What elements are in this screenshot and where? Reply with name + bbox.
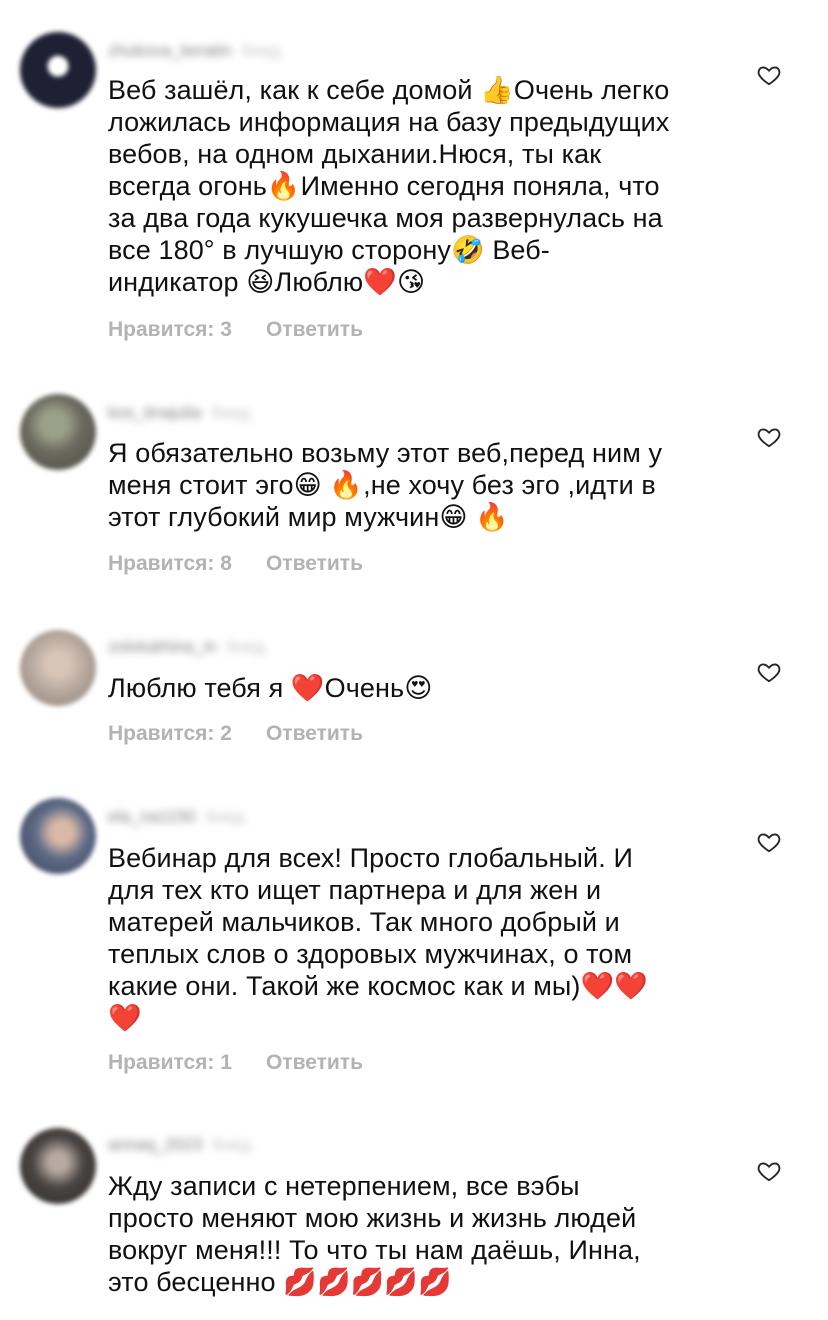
comment-age: 6нед.: [226, 637, 270, 656]
comment-meta: Нравится: 3 Ответить: [108, 318, 363, 342]
reply-button[interactable]: Ответить: [266, 722, 363, 745]
reply-button[interactable]: Ответить: [266, 318, 363, 341]
likes-count[interactable]: Нравится: 1: [108, 1051, 232, 1074]
comment-text: Веб зашёл, как к себе домой 👍Очень легко…: [108, 75, 670, 297]
heart-outline-icon[interactable]: [756, 829, 782, 855]
username-text[interactable]: zhukova_keratin: [108, 41, 232, 60]
comment-age: 6нед.: [212, 1135, 256, 1154]
heart-outline-icon[interactable]: [756, 659, 782, 685]
username-text[interactable]: ela_na1150: [108, 807, 196, 826]
comment-username[interactable]: kos_tinajulia 6нед.: [108, 398, 378, 428]
avatar[interactable]: [20, 32, 96, 108]
avatar[interactable]: [20, 630, 96, 706]
comment-age: 6нед.: [241, 41, 285, 60]
heart-outline-icon[interactable]: [756, 424, 782, 450]
username-text[interactable]: annaq_2023: [108, 1135, 203, 1154]
comment-age: 6нед.: [205, 807, 249, 826]
comment-text: Вебинар для всех! Просто глобальный. И д…: [108, 843, 648, 1033]
avatar[interactable]: [20, 1128, 96, 1204]
comment-username[interactable]: zhukova_keratin 6нед.: [108, 36, 378, 66]
reply-button[interactable]: Ответить: [266, 552, 363, 575]
likes-count[interactable]: Нравится: 3: [108, 318, 232, 341]
likes-count[interactable]: Нравится: 8: [108, 552, 232, 575]
comment-text: Я обязательно возьму этот веб,перед ним …: [108, 438, 663, 532]
comment-username[interactable]: ela_na1150 6нед.: [108, 802, 378, 832]
comment-username[interactable]: zolotukhina_in 6нед.: [108, 632, 378, 662]
comment-meta: Нравится: 1 Ответить: [108, 1051, 363, 1075]
comment-age: 6нед.: [211, 403, 255, 422]
comment-text: Жду записи с нетерпением, все вэбы прост…: [108, 1171, 641, 1297]
username-text[interactable]: kos_tinajulia: [108, 403, 202, 422]
avatar[interactable]: [20, 798, 96, 874]
reply-button[interactable]: Ответить: [266, 1051, 363, 1074]
avatar[interactable]: [20, 394, 96, 470]
comment-text: Люблю тебя я ❤️Очень😍: [108, 673, 433, 703]
comment-meta: Нравится: 8 Ответить: [108, 552, 363, 576]
comment-username[interactable]: annaq_2023 6нед.: [108, 1130, 378, 1160]
comment-meta: Нравится: 2 Ответить: [108, 722, 363, 746]
heart-outline-icon[interactable]: [756, 1158, 782, 1184]
username-text[interactable]: zolotukhina_in: [108, 637, 217, 656]
likes-count[interactable]: Нравится: 2: [108, 722, 232, 745]
heart-outline-icon[interactable]: [756, 62, 782, 88]
